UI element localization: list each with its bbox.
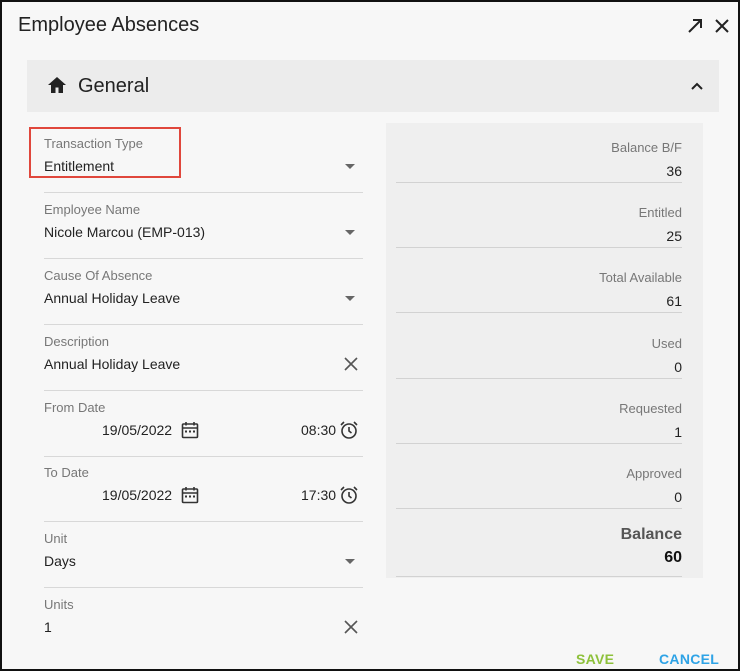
- requested-label: Requested: [619, 401, 682, 416]
- entitled-value: 25: [666, 228, 682, 244]
- total-available-field: Total Available 61: [396, 254, 682, 313]
- units-label: Units: [44, 597, 74, 612]
- dialog-titlebar: Employee Absences: [2, 2, 738, 54]
- section-title: General: [78, 75, 150, 97]
- cause-of-absence-select[interactable]: Cause Of Absence Annual Holiday Leave: [44, 268, 363, 325]
- section-general-header[interactable]: General: [27, 60, 719, 112]
- calendar-icon[interactable]: [181, 486, 199, 509]
- employee-name-label: Employee Name: [44, 202, 141, 217]
- approved-label: Approved: [626, 466, 682, 481]
- to-time-value[interactable]: 17:30: [301, 487, 336, 503]
- balance-bf-field: Balance B/F 36: [396, 124, 682, 183]
- employee-name-select[interactable]: Employee Name Nicole Marcou (EMP-013): [44, 202, 363, 259]
- expand-arrow-icon[interactable]: [683, 14, 707, 38]
- employee-name-value: Nicole Marcou (EMP-013): [44, 224, 206, 240]
- balance-field: Balance 60: [396, 518, 682, 577]
- units-field[interactable]: Units 1: [44, 597, 363, 653]
- cancel-button[interactable]: CANCEL: [659, 651, 719, 667]
- caret-down-icon[interactable]: [345, 296, 355, 301]
- approved-field: Approved 0: [396, 450, 682, 509]
- balance-bf-label: Balance B/F: [611, 140, 682, 155]
- to-date-label: To Date: [44, 465, 89, 480]
- close-icon[interactable]: [710, 14, 734, 38]
- used-label: Used: [651, 336, 682, 351]
- description-label: Description: [44, 334, 110, 349]
- units-value[interactable]: 1: [44, 619, 52, 635]
- balance-value: 60: [664, 549, 682, 566]
- requested-field: Requested 1: [396, 385, 682, 444]
- from-date-label: From Date: [44, 400, 106, 415]
- requested-value: 1: [674, 424, 682, 440]
- used-value: 0: [674, 359, 682, 375]
- caret-down-icon[interactable]: [345, 230, 355, 235]
- caret-down-icon[interactable]: [345, 559, 355, 564]
- entitled-field: Entitled 25: [396, 189, 682, 248]
- description-value[interactable]: Annual Holiday Leave: [44, 356, 180, 372]
- employee-absences-dialog: Employee Absences General Transaction Ty…: [0, 0, 740, 671]
- cause-of-absence-label: Cause Of Absence: [44, 268, 153, 283]
- to-date-field[interactable]: To Date 19/05/2022 17:30: [44, 465, 363, 522]
- unit-select[interactable]: Unit Days: [44, 531, 363, 588]
- caret-down-icon[interactable]: [345, 164, 355, 169]
- unit-value: Days: [44, 553, 76, 569]
- balance-label: Balance: [620, 526, 682, 543]
- balance-bf-value: 36: [666, 163, 682, 179]
- dialog-title: Employee Absences: [18, 14, 200, 36]
- used-field: Used 0: [396, 320, 682, 379]
- home-icon: [47, 76, 67, 99]
- approved-value: 0: [674, 489, 682, 505]
- cause-of-absence-value: Annual Holiday Leave: [44, 290, 181, 306]
- to-date-value[interactable]: 19/05/2022: [102, 487, 172, 503]
- calendar-icon[interactable]: [181, 421, 199, 444]
- from-time-value[interactable]: 08:30: [301, 422, 336, 438]
- clear-x-icon[interactable]: [344, 620, 358, 639]
- clear-x-icon[interactable]: [344, 357, 358, 376]
- unit-label: Unit: [44, 531, 68, 546]
- from-date-value[interactable]: 19/05/2022: [102, 422, 172, 438]
- entitled-label: Entitled: [638, 205, 682, 220]
- alarm-clock-icon[interactable]: [339, 420, 359, 445]
- description-field[interactable]: Description Annual Holiday Leave: [44, 334, 363, 391]
- chevron-up-icon[interactable]: [691, 78, 703, 96]
- total-available-label: Total Available: [599, 270, 682, 285]
- balance-summary-panel: Balance B/F 36 Entitled 25 Total Availab…: [386, 123, 703, 578]
- from-date-field[interactable]: From Date 19/05/2022 08:30: [44, 400, 363, 457]
- alarm-clock-icon[interactable]: [339, 485, 359, 510]
- total-available-value: 61: [666, 293, 682, 309]
- highlight-box: [29, 127, 181, 178]
- save-button[interactable]: SAVE: [576, 651, 614, 667]
